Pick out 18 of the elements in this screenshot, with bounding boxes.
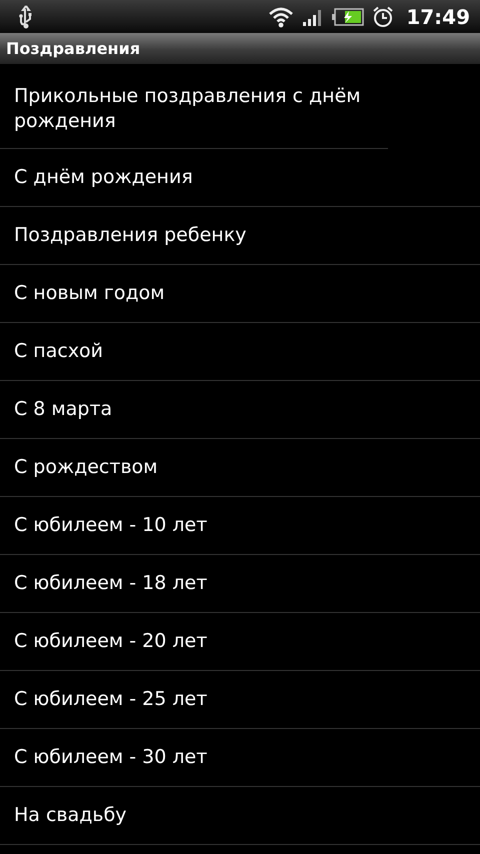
list-item[interactable]: На свадьбу [0,787,480,845]
wifi-icon [268,6,294,28]
list-item[interactable]: С юбилеем - 20 лет [0,613,480,671]
list-item[interactable]: С юбилеем - 18 лет [0,555,480,613]
battery-icon [332,8,364,26]
list-item[interactable]: С пасхой [0,323,480,381]
list-item[interactable]: С днём рождения [0,149,480,207]
list-item[interactable]: С юбилеем - 10 лет [0,497,480,555]
list-item[interactable]: С 8 марта [0,381,480,439]
clock-time: 17:49 [406,4,470,28]
list-item[interactable]: С юбилеем - 25 лет [0,671,480,729]
list-item[interactable]: Поздравления ребенку [0,207,480,265]
list-item[interactable]: Прикольные поздравления с днём рождения [0,64,388,149]
list-item[interactable]: С юбилеем - 30 лет [0,729,480,787]
list-item[interactable]: С новым годом [0,265,480,323]
screen-title: Поздравления [6,39,140,58]
alarm-clock-icon [372,6,394,28]
list-item[interactable]: С рождеством [0,439,480,497]
